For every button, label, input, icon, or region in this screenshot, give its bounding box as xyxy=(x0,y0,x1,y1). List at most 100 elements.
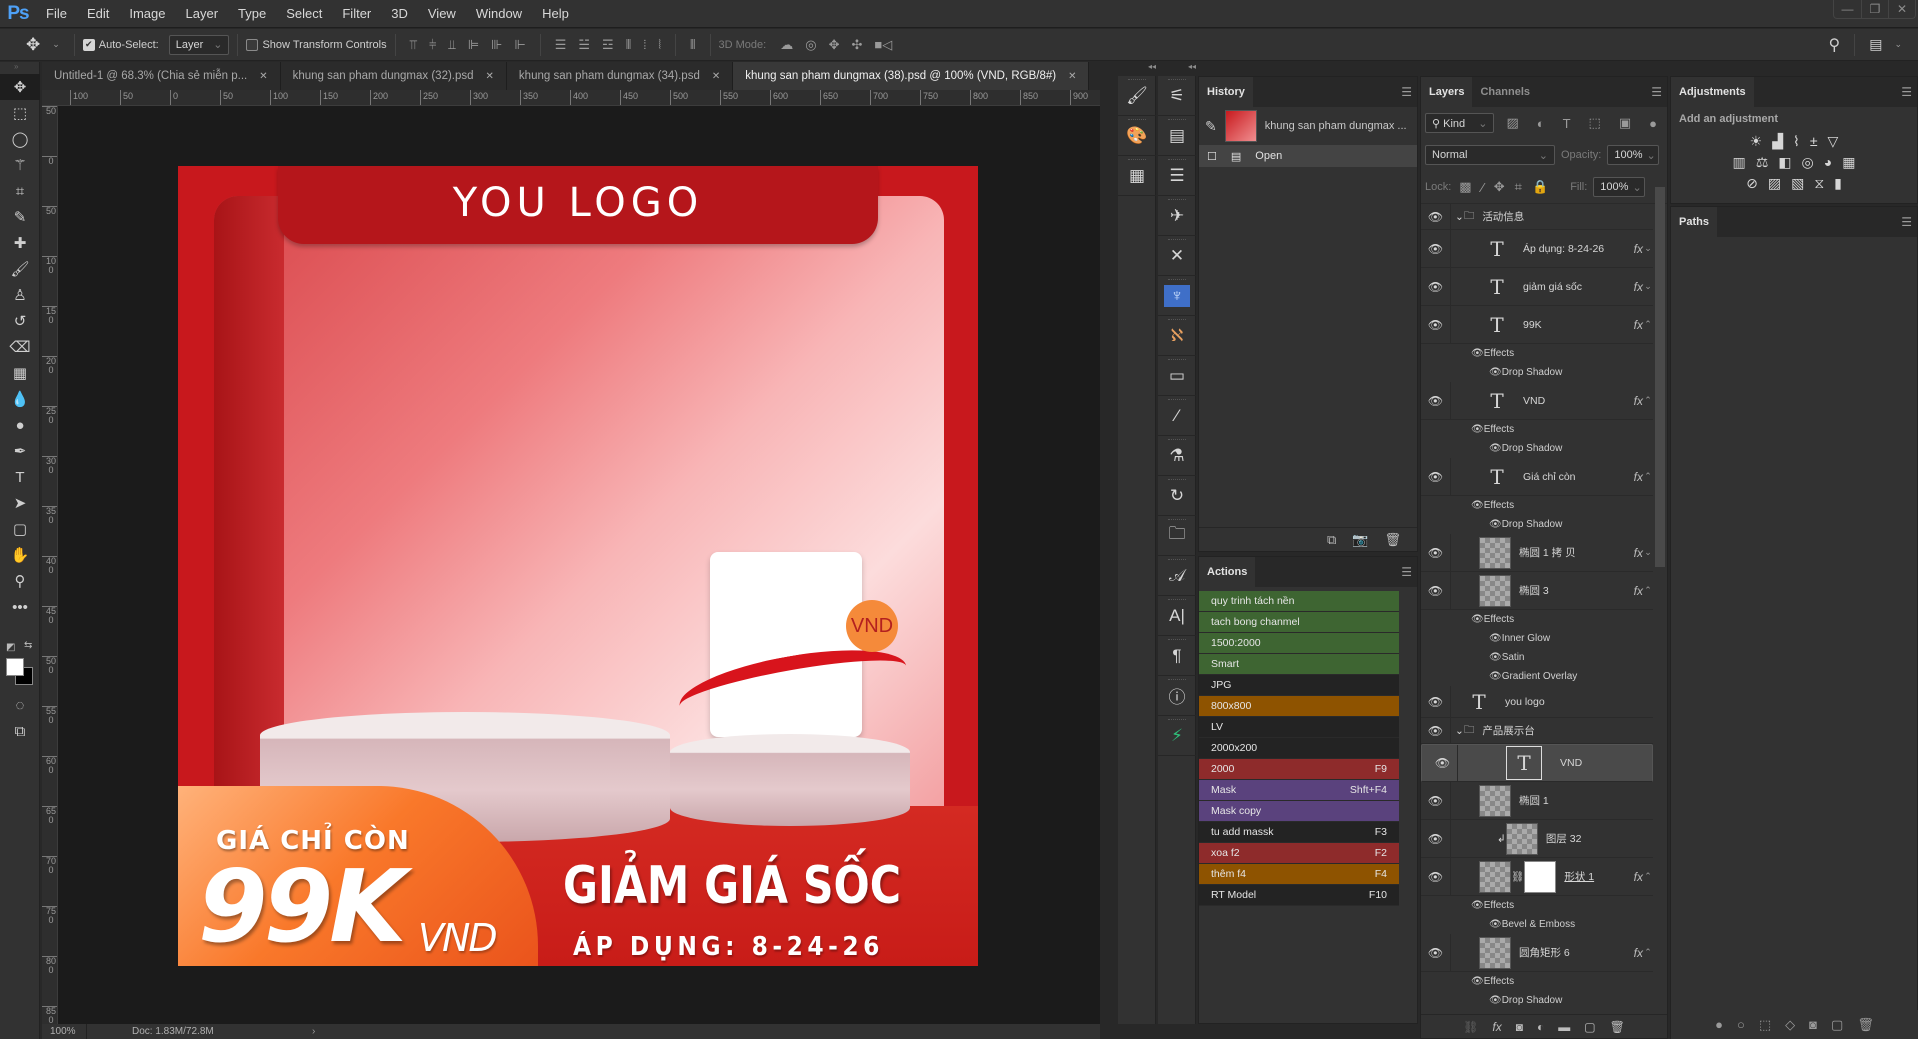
3d-pan-icon[interactable]: ✥ xyxy=(829,37,840,53)
adjustment-row2-0-icon[interactable]: ▥ xyxy=(1733,154,1746,171)
action-item[interactable]: JPG xyxy=(1199,675,1399,696)
layer-row[interactable]: 👁 T Áp dụng: 8-24-26 fx ⌄ xyxy=(1421,230,1653,268)
properties-icon[interactable]: ⚟ xyxy=(1158,76,1196,116)
close-tab-icon[interactable]: ✕ xyxy=(1068,71,1076,82)
delete-layer-icon[interactable]: 🗑 xyxy=(1610,1020,1625,1034)
adjustment-row1-4-icon[interactable]: ▽ xyxy=(1828,133,1839,150)
menu-window[interactable]: Window xyxy=(466,6,532,21)
folder-clock-icon[interactable]: 🗀 xyxy=(1158,516,1196,556)
lasso-tool[interactable]: ◯ xyxy=(0,126,40,152)
blur-tool[interactable]: 💧 xyxy=(0,386,40,412)
auto-select-checkbox[interactable]: ✔ xyxy=(82,38,95,51)
effects-header[interactable]: 👁 Effects xyxy=(1421,420,1653,439)
adjustment-row2-3-icon[interactable]: ◎ xyxy=(1802,154,1814,171)
action-item[interactable]: Mask Shft+F4 xyxy=(1199,780,1399,801)
align-bottom-icon[interactable]: ⫫ xyxy=(448,37,455,53)
action-item[interactable]: quy trinh tách nền xyxy=(1199,591,1399,612)
effect-row[interactable]: 👁 Bevel & Emboss xyxy=(1421,915,1653,934)
menu-file[interactable]: File xyxy=(36,6,77,21)
visibility-eye-icon[interactable]: 👁 xyxy=(1421,820,1451,857)
lock-image-icon[interactable]: ⁄ xyxy=(1482,180,1484,195)
action-item[interactable]: RT Model F10 xyxy=(1199,885,1399,906)
layer-effects-icon[interactable]: fx xyxy=(1634,280,1643,294)
layer-row[interactable]: 👁 T Giá chỉ còn fx ⌃ xyxy=(1421,458,1653,496)
panel-menu-icon[interactable]: ☰ xyxy=(1901,85,1912,99)
collapse-strip2-icon[interactable]: ◂◂ xyxy=(1158,62,1196,76)
add-mask-icon[interactable]: ◙ xyxy=(1516,1020,1523,1034)
menu-type[interactable]: Type xyxy=(228,6,276,21)
restore-button[interactable]: ❐ xyxy=(1861,0,1888,18)
align-vcenter-icon[interactable]: ⫩ xyxy=(429,37,436,53)
action-item[interactable]: tach bong chanmel xyxy=(1199,612,1399,633)
flask-icon[interactable]: ⚗ xyxy=(1158,436,1196,476)
opacity-field[interactable]: 100% ⌄ xyxy=(1607,145,1660,165)
expand-effects-icon[interactable]: ⌄ xyxy=(1643,281,1653,292)
adjustment-row1-1-icon[interactable]: ▟ xyxy=(1772,133,1783,150)
history-checkbox[interactable]: ☐ xyxy=(1207,150,1217,163)
delete-path-icon[interactable]: 🗑 xyxy=(1857,1017,1874,1033)
effect-visibility-eye-icon[interactable]: 👁 xyxy=(1489,519,1502,530)
move-tool[interactable]: ✥ xyxy=(0,74,40,100)
layer-row[interactable]: 👁 ⛓ 形状 1 fx ⌃ xyxy=(1421,858,1653,896)
tab-paths[interactable]: Paths xyxy=(1671,207,1717,237)
close-tab-icon[interactable]: ✕ xyxy=(712,71,720,82)
grid-icon[interactable]: ▦ xyxy=(1118,156,1156,196)
collapse-effects-icon[interactable]: ⌃ xyxy=(1643,947,1653,958)
libraries-icon[interactable]: ▤ xyxy=(1158,116,1196,156)
collapse-effects-icon[interactable]: ⌃ xyxy=(1643,871,1653,882)
effects-header[interactable]: 👁 Effects xyxy=(1421,610,1653,629)
new-path-icon[interactable]: ▢ xyxy=(1831,1017,1843,1033)
workspace-chevron-icon[interactable]: ⌄ xyxy=(1894,39,1902,50)
menu-image[interactable]: Image xyxy=(119,6,175,21)
panel-menu-icon[interactable]: ☰ xyxy=(1651,85,1662,99)
collapse-effects-icon[interactable]: ⌃ xyxy=(1643,395,1653,406)
effect-visibility-eye-icon[interactable]: 👁 xyxy=(1489,919,1502,930)
shape-tool[interactable]: ▢ xyxy=(0,516,40,542)
expand-effects-icon[interactable]: ⌄ xyxy=(1643,547,1653,558)
adjustment-row2-5-icon[interactable]: ▦ xyxy=(1842,154,1855,171)
history-brush-tool[interactable]: ↺ xyxy=(0,308,40,334)
more-tools[interactable]: ••• xyxy=(0,594,40,620)
effect-row[interactable]: 👁 Inner Glow xyxy=(1421,629,1653,648)
effect-visibility-eye-icon[interactable]: 👁 xyxy=(1489,367,1502,378)
brush-settings-icon[interactable]: ⁄ xyxy=(1158,396,1196,436)
lock-artboard-icon[interactable]: ⌗ xyxy=(1515,179,1522,195)
document-tab[interactable]: khung san pham dungmax (32).psd ✕ xyxy=(280,62,507,90)
visibility-eye-icon[interactable]: 👁 xyxy=(1421,686,1451,717)
fill-field[interactable]: 100% ⌄ xyxy=(1593,177,1646,197)
adjustment-row2-1-icon[interactable]: ⚖ xyxy=(1756,154,1769,171)
action-item[interactable]: Smart xyxy=(1199,654,1399,675)
visibility-eye-icon[interactable]: 👁 xyxy=(1421,534,1451,571)
align-right-icon[interactable]: ⊩ xyxy=(514,37,525,53)
menu-select[interactable]: Select xyxy=(276,6,332,21)
new-group-icon[interactable]: ▬ xyxy=(1558,1020,1570,1034)
tab-actions[interactable]: Actions xyxy=(1199,557,1256,587)
adjustment-row2-2-icon[interactable]: ◧ xyxy=(1778,154,1791,171)
filter-smart-object-icon[interactable]: ▣ xyxy=(1619,115,1631,131)
visibility-eye-icon[interactable]: 👁 xyxy=(1421,230,1451,267)
new-snapshot-icon[interactable]: 📷 xyxy=(1352,532,1368,548)
brush-tool[interactable]: 🖌 xyxy=(0,256,40,282)
adjustment-row2-4-icon[interactable]: ◕ xyxy=(1824,154,1832,171)
filter-kind-dropdown[interactable]: ⚲ Kind ⌄ xyxy=(1425,113,1495,133)
visibility-eye-icon[interactable]: 👁 xyxy=(1421,306,1451,343)
visibility-eye-icon[interactable]: 👁 xyxy=(1428,745,1458,781)
close-tab-icon[interactable]: ✕ xyxy=(259,71,267,82)
adjustment-row1-3-icon[interactable]: ± xyxy=(1810,133,1818,150)
tab-layers[interactable]: Layers xyxy=(1421,77,1473,107)
type-tool[interactable]: T xyxy=(0,464,40,490)
effect-row[interactable]: 👁 Drop Shadow xyxy=(1421,515,1653,534)
history-snapshot[interactable]: ✎ khung san pham dungmax ... xyxy=(1199,107,1417,145)
document-tab[interactable]: khung san pham dungmax (34).psd ✕ xyxy=(506,62,734,90)
action-item[interactable]: 800x800 xyxy=(1199,696,1399,717)
close-tab-icon[interactable]: ✕ xyxy=(486,71,494,82)
adjustment-row3-0-icon[interactable]: ⊘ xyxy=(1746,175,1758,192)
pen-tool[interactable]: ✒ xyxy=(0,438,40,464)
new-adjustment-layer-icon[interactable]: ◐ xyxy=(1537,1020,1544,1034)
action-item[interactable]: tu add massk F3 xyxy=(1199,822,1399,843)
clone-stamp-tool[interactable]: ♙ xyxy=(0,282,40,308)
history-item[interactable]: ☐ ▤ Open xyxy=(1199,145,1417,167)
tab-channels[interactable]: Channels xyxy=(1472,77,1538,107)
close-button[interactable]: ✕ xyxy=(1888,0,1915,18)
panel-collapse-icon[interactable]: » xyxy=(0,62,39,74)
